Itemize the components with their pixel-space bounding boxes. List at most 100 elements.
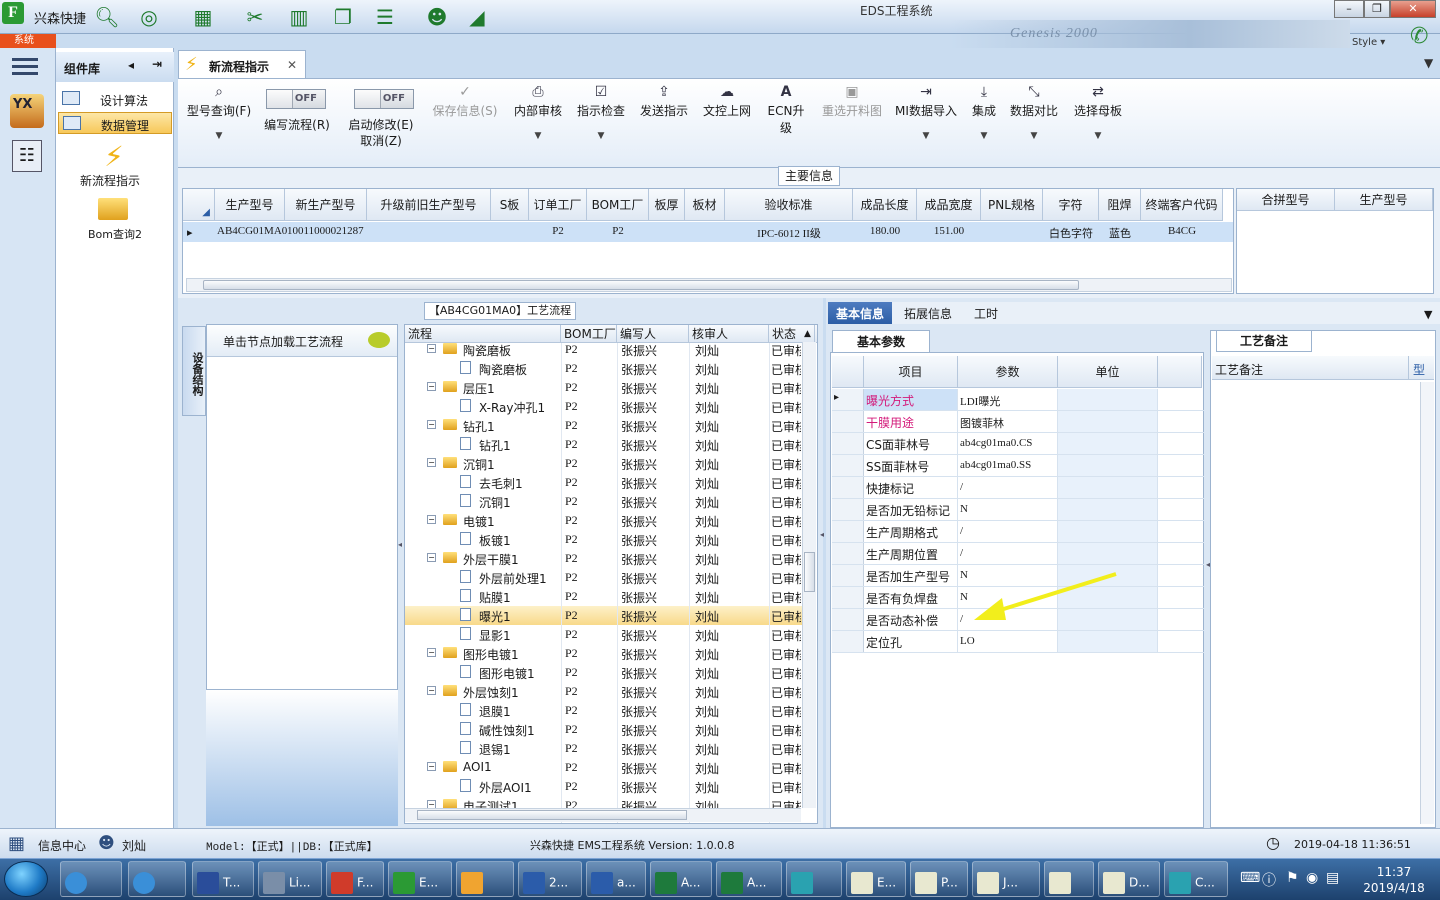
tree-row[interactable]: 图形电镀1 P2 张振兴 刘灿 已审核 xyxy=(405,663,815,682)
tab-equipment-structure[interactable]: 设备结构 xyxy=(182,326,206,416)
taskbar-item[interactable] xyxy=(1044,861,1094,897)
flag-icon[interactable]: ⚑ xyxy=(1286,870,1299,886)
main-col-1[interactable]: 新生产型号 xyxy=(285,189,367,221)
start-button[interactable] xyxy=(4,861,48,897)
tree-row[interactable]: 沉铜1 P2 张振兴 刘灿 已审核 xyxy=(405,492,815,511)
tool-new-process[interactable]: 新流程指示 xyxy=(80,172,140,189)
menu-icon[interactable] xyxy=(12,58,38,76)
keyboard-icon[interactable]: ⌨ xyxy=(1240,870,1260,886)
volume-icon[interactable]: ◉ xyxy=(1306,870,1318,886)
network-icon[interactable]: ▤ xyxy=(1326,870,1339,886)
collapse-icon[interactable]: − xyxy=(427,382,436,391)
taskbar-item-telegram[interactable] xyxy=(60,861,122,897)
grid-icon[interactable]: ▦ xyxy=(190,4,216,30)
pin-icon[interactable]: ⇥ xyxy=(152,57,162,71)
reselect-cut-button[interactable]: ▣ 重选开料图 xyxy=(818,84,886,119)
tab-extended-info[interactable]: 拓展信息 xyxy=(896,302,960,324)
param-unit[interactable] xyxy=(1058,477,1158,498)
search-icon[interactable]: 🔍︎ xyxy=(94,4,120,30)
help-icon[interactable]: ⓘ xyxy=(1262,870,1276,890)
sidebar-item-data-management[interactable]: 数据管理 xyxy=(58,112,172,134)
taskbar-item[interactable]: E... xyxy=(388,861,452,897)
taskbar-item[interactable]: A... xyxy=(650,861,712,897)
style-menu[interactable]: Style ▾ xyxy=(1352,37,1385,48)
param-value[interactable]: LO xyxy=(958,631,1058,652)
chart-icon[interactable]: ◢ xyxy=(464,4,490,30)
param-unit[interactable] xyxy=(1058,543,1158,564)
tree-hscrollbar[interactable] xyxy=(405,808,801,822)
chevron-down-icon[interactable]: ▼ xyxy=(1424,56,1433,70)
main-col-8[interactable]: 验收标准 xyxy=(725,189,853,221)
remark-col-remark[interactable]: 工艺备注 xyxy=(1215,361,1263,378)
main-col-4[interactable]: 订单工厂 xyxy=(529,189,587,221)
param-unit[interactable] xyxy=(1058,433,1158,454)
taskbar-item[interactable]: A... xyxy=(716,861,782,897)
collapse-icon[interactable]: − xyxy=(427,686,436,695)
params-col-item[interactable]: 项目 xyxy=(864,356,958,388)
phone-icon[interactable]: ✆ xyxy=(1410,24,1428,49)
doc-upload-button[interactable]: ☁ 文控上网 xyxy=(700,84,754,119)
collapse-icon[interactable]: − xyxy=(427,420,436,429)
splitter-right-icon[interactable]: ◂ xyxy=(1206,560,1210,569)
main-col-13[interactable]: 阻焊 xyxy=(1099,189,1141,221)
taskbar-item[interactable] xyxy=(786,861,842,897)
side-col-1[interactable]: 生产型号 xyxy=(1335,189,1433,211)
params-row[interactable]: 定位孔 LO xyxy=(832,631,1204,653)
splitter-right-icon[interactable]: ◂ xyxy=(820,530,824,539)
taskbar-item[interactable]: F... xyxy=(326,861,384,897)
tab-basic-params[interactable]: 基本参数 xyxy=(832,330,930,352)
instruction-check-button[interactable]: ☑ 指示检查 ▼ xyxy=(574,84,628,141)
taskbar-item[interactable]: Li... xyxy=(258,861,322,897)
params-row[interactable]: ▸ 曝光方式 LDI曝光 xyxy=(832,389,1204,411)
write-process-toggle[interactable]: OFF xyxy=(266,89,326,109)
params-row[interactable]: 生产周期格式 / xyxy=(832,521,1204,543)
main-col-0[interactable]: 生产型号 xyxy=(215,189,285,221)
param-value[interactable]: / xyxy=(958,543,1058,564)
splitter-left-icon[interactable]: ◂ xyxy=(398,540,402,549)
taskbar-item[interactable]: C... xyxy=(1164,861,1228,897)
param-unit[interactable] xyxy=(1058,411,1158,432)
main-col-12[interactable]: 字符 xyxy=(1043,189,1099,221)
taskbar-item[interactable]: J... xyxy=(972,861,1040,897)
main-col-3[interactable]: S板 xyxy=(491,189,529,221)
main-col-14[interactable]: 终端客户代码 xyxy=(1141,189,1223,221)
row-selector[interactable] xyxy=(832,631,864,652)
row-selector[interactable] xyxy=(832,587,864,608)
taskbar-item[interactable]: a... xyxy=(586,861,646,897)
tree-row[interactable]: − 陶瓷磨板 P2 张振兴 刘灿 已审核 xyxy=(405,340,815,359)
user-icon[interactable]: ☻ xyxy=(424,4,450,30)
main-col-6[interactable]: 板厚 xyxy=(649,189,685,221)
row-selector[interactable] xyxy=(832,433,864,454)
tree-row[interactable]: 外层AOI1 P2 张振兴 刘灿 已审核 xyxy=(405,777,815,796)
collapse-icon[interactable]: − xyxy=(427,515,436,524)
info-center-link[interactable]: 信息中心 xyxy=(38,837,86,854)
chat-bubble-icon[interactable] xyxy=(368,332,390,348)
row-selector[interactable] xyxy=(832,411,864,432)
taskbar-item[interactable]: D... xyxy=(1098,861,1160,897)
tree-row[interactable]: X-Ray冲孔1 P2 张振兴 刘灿 已审核 xyxy=(405,397,815,416)
start-edit-toggle[interactable]: OFF xyxy=(354,89,414,109)
tree-row[interactable]: 退锡1 P2 张振兴 刘灿 已审核 xyxy=(405,739,815,758)
param-unit[interactable] xyxy=(1058,499,1158,520)
tree-row[interactable]: − 外层干膜1 P2 张振兴 刘灿 已审核 xyxy=(405,549,815,568)
tree-vscrollbar[interactable] xyxy=(802,342,816,808)
grid-apps-icon[interactable]: ▦ xyxy=(8,833,25,854)
tab-basic-info[interactable]: 基本信息 xyxy=(828,302,893,324)
param-value[interactable]: LDI曝光 xyxy=(958,389,1058,410)
param-value[interactable]: ab4cg01ma0.SS xyxy=(958,455,1058,476)
collapse-icon[interactable]: − xyxy=(427,344,436,353)
main-col-10[interactable]: 成品宽度 xyxy=(917,189,981,221)
collapse-icon[interactable]: − xyxy=(427,648,436,657)
side-col-0[interactable]: 合拼型号 xyxy=(1237,189,1335,211)
tab-work-hours[interactable]: 工时 xyxy=(966,302,1006,324)
param-value[interactable]: / xyxy=(958,521,1058,542)
taskbar-item[interactable] xyxy=(456,861,514,897)
tree-row[interactable]: 陶瓷磨板 P2 张振兴 刘灿 已审核 xyxy=(405,359,815,378)
integrate-button[interactable]: ⤓ 集成 ▼ xyxy=(966,84,1002,141)
params-row[interactable]: 干膜用途 图镀菲林 xyxy=(832,411,1204,433)
collapse-left-icon[interactable]: ◂ xyxy=(128,58,134,72)
folder-icon[interactable] xyxy=(98,198,128,220)
params-col-unit[interactable]: 单位 xyxy=(1058,356,1158,388)
cancel-edit-label[interactable]: 取消(Z) xyxy=(344,132,418,149)
remark-col-type[interactable]: 型 xyxy=(1408,356,1425,380)
